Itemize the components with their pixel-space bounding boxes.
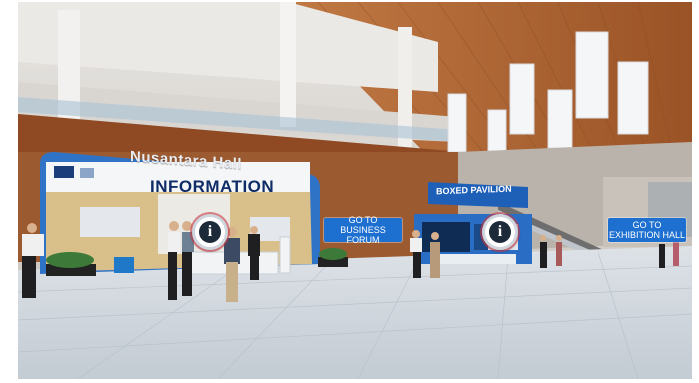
info-icon: i — [489, 221, 511, 243]
info-icon: i — [199, 221, 221, 243]
exhibition-hall-line1: GO TO — [632, 220, 662, 230]
go-to-business-forum-button[interactable]: GO TO BUSINESS FORUM — [324, 215, 402, 245]
information-booth-title: INFORMATION — [150, 177, 275, 196]
virtual-hall-scene: Nusantara Hall INFORMATION BOXED PAVILIO… — [18, 2, 692, 379]
business-forum-line2: BUSINESS FORUM — [340, 225, 386, 245]
hall-background — [18, 2, 692, 379]
exhibition-hall-line2: EXHIBITION HALL — [608, 230, 686, 240]
pavilion-hotspot[interactable]: i — [482, 214, 518, 250]
go-to-exhibition-hall-button[interactable]: GO TO EXHIBITION HALL — [608, 218, 686, 242]
info-booth-hotspot[interactable]: i — [192, 214, 228, 250]
business-forum-line1: GO TO — [348, 215, 378, 225]
information-booth — [40, 152, 348, 276]
